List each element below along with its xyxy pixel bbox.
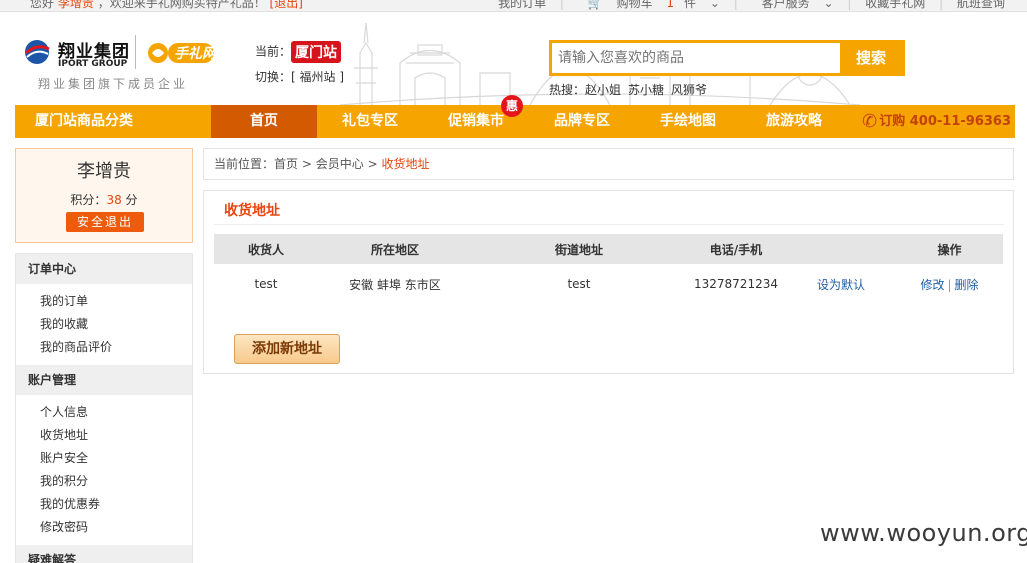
hot-search-label: 热搜： [549,83,586,97]
hot-term-link[interactable]: 风狮爷 [671,83,707,97]
divider: | [559,0,564,10]
iport-logo-icon [24,40,50,64]
hot-term-link[interactable]: 赵小姐 [585,83,621,97]
current-station-badge: 厦门站 [291,41,342,63]
user-points: 积分：38 分 [70,193,138,207]
iport-logo-en: IPORT GROUP [58,59,128,69]
cart-icon: 🛒 [587,0,603,10]
current-station: 当前： 厦门站 [255,41,342,63]
search-input[interactable] [552,43,842,73]
welcome-message: ，欢迎来手礼网购买特产礼品！ [97,0,266,10]
nav-item-home[interactable]: 首页 [211,105,317,138]
user-info-panel: 李增贵 积分：38 分 安全退出 [15,148,193,243]
sidebar-item-personal-info[interactable]: 个人信息 [40,401,192,424]
nav-item-brands[interactable]: 品牌专区 [529,105,635,138]
promo-badge: 惠 [501,95,523,117]
breadcrumb-current: 收货地址 [381,157,430,171]
top-links: 我的订单 | 🛒 购物车 1件 ⌄ | 客户服务 ⌄ | 收藏手礼网 | 航班查… [488,0,1005,11]
hot-search: 热搜：赵小姐 苏小糖 风狮爷 [549,81,714,98]
sidebar-item-my-orders[interactable]: 我的订单 [40,290,192,313]
breadcrumb-home-link[interactable]: 首页 [274,157,298,171]
recipient-phone: 13278721234 [694,277,778,291]
column-header: 所在地区 [318,234,472,264]
column-header: 操作 [896,234,1003,264]
menu-section-orders: 订单中心 [16,254,192,284]
sidebar-item-my-reviews[interactable]: 我的商品评价 [40,336,192,359]
switch-station-link[interactable]: [ 福州站 ] [291,70,344,84]
sidebar-item-my-favorites[interactable]: 我的收藏 [40,313,192,336]
welcome-text: 您好 李增贵 ，欢迎来手礼网购买特产礼品！ [退出] [30,0,303,11]
divider: | [733,0,738,10]
divider: | [947,277,952,292]
bookmark-link[interactable]: 收藏手礼网 [865,0,925,10]
sidebar-item-account-security[interactable]: 账户安全 [40,447,192,470]
table-header-row: 收货人 所在地区 街道地址 电话/手机 操作 [214,234,1003,264]
logo-divider [135,35,136,69]
search-box: 搜索 [549,40,905,76]
divider: | [847,0,852,10]
points-value: 38 [106,193,122,207]
address-panel: 收货地址 收货人 所在地区 街道地址 电话/手机 操作 test 安徽 蚌埠 东… [203,190,1014,374]
delete-address-link[interactable]: 删除 [955,278,979,292]
cart-link[interactable]: 🛒 购物车 1件 ⌄ [578,0,720,10]
category-menu[interactable]: 厦门站商品分类 [15,105,211,138]
recipient-street: test [567,277,591,291]
column-header: 街道地址 [472,234,686,264]
nav-item-hand-drawn-map[interactable]: 手绘地图 [635,105,741,138]
recipient-region: 安徽 蚌埠 东市区 [349,277,441,292]
nav-item-gift-packs[interactable]: 礼包专区 [317,105,423,138]
phone-icon: ✆ [862,111,878,132]
search-button[interactable]: 搜索 [840,40,902,76]
giftport-logo-text: 手礼网 [174,46,216,62]
sidebar-item-shipping-address[interactable]: 收货地址 [40,424,192,447]
switch-station: 切换：[ 福州站 ] [255,70,345,84]
breadcrumb: 当前位置：首页 > 会员中心 > 收货地址 [203,148,1014,180]
breadcrumb-member-link[interactable]: 会员中心 [316,157,364,171]
customer-service-link[interactable]: 客户服务 ⌄ [752,0,834,10]
menu-section-faq: 疑难解答 [16,545,192,563]
site-header: 翔业集团 IPORT GROUP 手礼网 翔业集团旗下成员企业 当前： 厦门站 切… [0,13,1027,105]
nav-item-travel-guide[interactable]: 旅游攻略 [741,105,847,138]
edit-address-link[interactable]: 修改 [920,278,944,292]
column-header [786,234,896,264]
safe-logout-button[interactable]: 安全退出 [66,212,144,232]
iport-logo[interactable]: 翔业集团 IPORT GROUP [22,37,142,77]
watermark-text: www.wooyun.org [820,519,1027,547]
flight-query-link[interactable]: 航班查询 [957,0,1005,10]
giftport-logo[interactable]: 手礼网 [146,35,216,71]
my-orders-link[interactable]: 我的订单 [498,0,546,10]
sidebar-item-my-points[interactable]: 我的积分 [40,470,192,493]
sidebar-item-change-password[interactable]: 修改密码 [40,516,192,539]
top-username[interactable]: 李增贵 [58,0,94,10]
table-row: test 安徽 蚌埠 东市区 test 13278721234 设为默认 修改 |… [214,264,1003,304]
chevron-down-icon: ⌄ [823,0,834,10]
hot-term-link[interactable]: 苏小糖 [628,83,664,97]
divider [214,224,1004,225]
user-name: 李增贵 [77,161,131,182]
top-bar: 您好 李增贵 ，欢迎来手礼网购买特产礼品！ [退出] 我的订单 | 🛒 购物车 … [0,0,1027,12]
column-header: 电话/手机 [686,234,786,264]
column-header: 收货人 [214,234,318,264]
member-sidebar-menu: 订单中心 我的订单 我的收藏 我的商品评价 账户管理 个人信息 收货地址 账户安… [15,253,193,563]
top-logout-link[interactable]: [退出] [270,0,303,10]
recipient-name: test [254,277,278,291]
menu-section-account: 账户管理 [16,365,192,395]
sidebar-item-my-coupons[interactable]: 我的优惠券 [40,493,192,516]
main-nav: 厦门站商品分类 首页 礼包专区 促销集市 惠 品牌专区 手绘地图 旅游攻略 ✆ 订… [15,95,1015,138]
panel-title: 收货地址 [224,203,280,219]
chevron-down-icon: ⌄ [709,0,720,10]
hotline-number: 400-11-96363 [909,114,1011,129]
cart-count: 1 [666,0,675,10]
group-tagline: 翔业集团旗下成员企业 [38,77,189,91]
add-address-button[interactable]: 添加新地址 [234,334,340,364]
address-table: 收货人 所在地区 街道地址 电话/手机 操作 test 安徽 蚌埠 东市区 te… [214,234,1003,304]
order-hotline: ✆ 订购 400-11-96363 [862,105,1011,138]
divider: | [939,0,944,10]
set-default-link[interactable]: 设为默认 [817,278,865,292]
greeting-text: 您好 [30,0,55,10]
